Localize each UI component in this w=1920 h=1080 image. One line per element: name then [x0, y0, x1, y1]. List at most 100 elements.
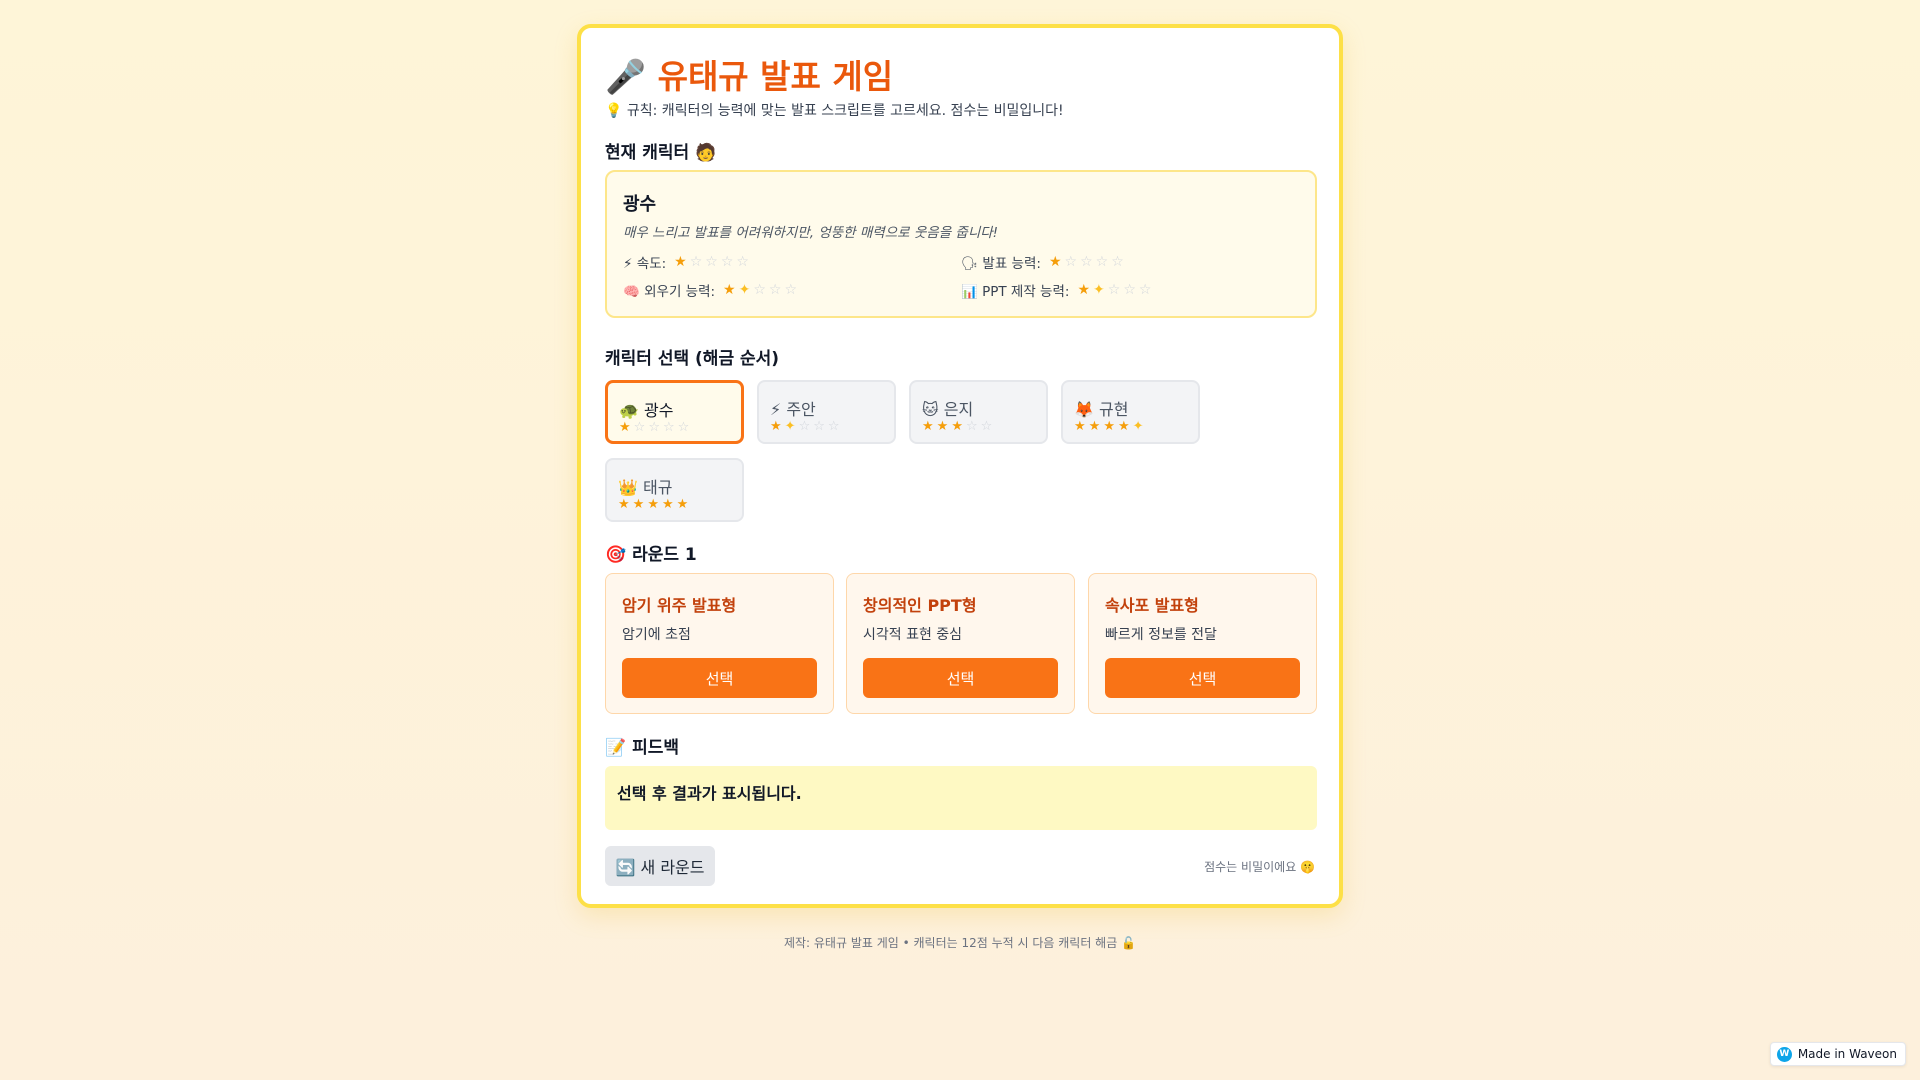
star-rating: ★ ★ ★ ★ ★ — [618, 498, 688, 511]
star-empty-icon: ☆ — [1095, 254, 1109, 270]
page-title: 🎤 유태규 발표 게임 — [605, 57, 894, 96]
star-rating: ★ ☆ ☆ ☆ ☆ — [1049, 255, 1124, 269]
stat-label: 📊 PPT 제작 능력: — [961, 284, 1070, 300]
choice-title: 암기 위주 발표형 — [622, 596, 737, 615]
star-empty-icon: ☆ — [1080, 254, 1093, 270]
select-button[interactable]: 선택 — [863, 658, 1058, 698]
character-label: 🦊 규현 — [1074, 400, 1129, 419]
star-empty-icon: ☆ — [1064, 254, 1078, 270]
character-select-heading: 캐릭터 선택 (해금 순서) — [605, 349, 780, 369]
current-character-heading: 현재 캐릭터 🧑 — [605, 143, 717, 163]
star-half-icon: ✦ — [1093, 282, 1105, 298]
star-full-icon: ★ — [618, 497, 630, 512]
star-empty-icon: ☆ — [1111, 254, 1124, 270]
star-full-icon: ★ — [661, 497, 674, 512]
feedback-heading: 📝 피드백 — [605, 738, 680, 758]
choice-title: 창의적인 PPT형 — [863, 596, 977, 615]
star-empty-icon: ☆ — [753, 282, 766, 298]
star-empty-icon: ☆ — [980, 419, 993, 434]
choice-card-memorization: 암기 위주 발표형 암기에 초점 선택 — [605, 573, 834, 714]
star-rating: ★ ★ ★ ☆ ☆ — [922, 420, 992, 433]
character-label: 👑 태규 — [618, 478, 673, 497]
stat-label: 🧠 외우기 능력: — [623, 284, 716, 300]
character-button-gwangsu[interactable]: 🐢 광수 ★ ☆ ☆ ☆ ☆ — [605, 380, 744, 444]
star-full-icon: ★ — [674, 254, 687, 270]
current-character-panel: 광수 매우 느리고 발표를 어려워하지만, 엉뚱한 매력으로 웃음을 줍니다! … — [605, 170, 1317, 318]
choice-card-speed: 속사포 발표형 빠르게 정보를 전달 선택 — [1088, 573, 1317, 714]
star-rating: ★ ★ ★ ★ ✦ — [1074, 420, 1144, 433]
star-half-icon: ✦ — [1132, 419, 1144, 434]
character-label: 🐱 은지 — [922, 400, 974, 419]
choice-card-ppt: 창의적인 PPT형 시각적 표현 중심 선택 — [846, 573, 1075, 714]
star-half-icon: ✦ — [738, 282, 751, 298]
star-empty-icon: ☆ — [1123, 282, 1136, 298]
star-empty-icon: ☆ — [648, 420, 660, 435]
star-empty-icon: ☆ — [1138, 282, 1152, 298]
round-heading: 🎯 라운드 1 — [605, 545, 697, 565]
character-button-taegyu[interactable]: 👑 태규 ★ ★ ★ ★ ★ — [605, 458, 744, 522]
star-full-icon: ★ — [951, 419, 963, 434]
star-empty-icon: ☆ — [720, 254, 734, 270]
star-empty-icon: ☆ — [689, 254, 703, 270]
star-empty-icon: ☆ — [1107, 282, 1121, 298]
star-rating: ★ ☆ ☆ ☆ ☆ — [619, 421, 689, 434]
select-button[interactable]: 선택 — [622, 658, 817, 698]
star-full-icon: ★ — [723, 282, 736, 298]
star-empty-icon: ☆ — [662, 420, 675, 435]
new-round-button[interactable]: 🔄 새 라운드 — [605, 846, 715, 886]
star-full-icon: ★ — [647, 497, 659, 512]
feedback-text: 선택 후 결과가 표시됩니다. — [617, 784, 802, 803]
star-empty-icon: ☆ — [827, 419, 840, 434]
stat-speed: ⚡ 속도: ★ ☆ ☆ ☆ ☆ — [623, 252, 749, 272]
stat-label: 🗣 발표 능력: — [961, 256, 1041, 272]
choice-description: 빠르게 정보를 전달 — [1105, 627, 1217, 643]
star-rating: ★ ✦ ☆ ☆ ☆ — [1077, 283, 1151, 297]
star-full-icon: ★ — [936, 419, 949, 434]
stat-label: ⚡ 속도: — [623, 256, 667, 272]
star-empty-icon: ☆ — [677, 420, 690, 435]
star-full-icon: ★ — [1117, 419, 1130, 434]
stat-presentation: 🗣 발표 능력: ★ ☆ ☆ ☆ ☆ — [961, 252, 1124, 272]
star-full-icon: ★ — [1077, 282, 1091, 298]
star-empty-icon: ☆ — [965, 419, 978, 434]
character-button-eunji[interactable]: 🐱 은지 ★ ★ ★ ☆ ☆ — [909, 380, 1048, 444]
waveon-logo-icon: W — [1776, 1046, 1792, 1062]
made-in-waveon-badge[interactable]: W Made in Waveon — [1769, 1042, 1906, 1066]
character-label: 🐢 광수 — [619, 401, 674, 420]
star-rating: ★ ✦ ☆ ☆ ☆ — [723, 283, 797, 297]
stat-ppt: 📊 PPT 제작 능력: ★ ✦ ☆ ☆ ☆ — [961, 280, 1151, 300]
character-label: ⚡ 주안 — [770, 400, 816, 419]
star-empty-icon: ☆ — [705, 254, 718, 270]
character-button-gyuhyeon[interactable]: 🦊 규현 ★ ★ ★ ★ ✦ — [1061, 380, 1200, 444]
star-rating: ★ ☆ ☆ ☆ ☆ — [674, 255, 749, 269]
choice-description: 시각적 표현 중심 — [863, 627, 963, 643]
star-empty-icon: ☆ — [736, 254, 749, 270]
star-empty-icon: ☆ — [784, 282, 798, 298]
star-full-icon: ★ — [619, 420, 631, 435]
secret-note: 점수는 비밀이에요 🤫 — [1204, 860, 1315, 874]
star-full-icon: ★ — [922, 419, 934, 434]
star-empty-icon: ☆ — [768, 282, 782, 298]
star-full-icon: ★ — [770, 419, 782, 434]
character-button-juan[interactable]: ⚡ 주안 ★ ✦ ☆ ☆ ☆ — [757, 380, 896, 444]
star-full-icon: ★ — [1048, 254, 1062, 270]
rules-text: 💡 규칙: 캐릭터의 능력에 맞는 발표 스크립트를 고르세요. 점수는 비밀입… — [605, 103, 1064, 119]
badge-label: Made in Waveon — [1797, 1047, 1897, 1061]
star-full-icon: ★ — [676, 497, 689, 512]
star-full-icon: ★ — [1103, 419, 1115, 434]
current-character-description: 매우 느리고 발표를 어려워하지만, 엉뚱한 매력으로 웃음을 줍니다! — [623, 225, 999, 241]
footer-text: 제작: 유태규 발표 게임 • 캐릭터는 12점 누적 시 다음 캐릭터 해금 … — [783, 936, 1137, 950]
star-rating: ★ ✦ ☆ ☆ ☆ — [770, 420, 840, 433]
star-full-icon: ★ — [1088, 419, 1101, 434]
star-empty-icon: ☆ — [813, 419, 825, 434]
select-button[interactable]: 선택 — [1105, 658, 1300, 698]
star-half-icon: ✦ — [784, 419, 796, 434]
choice-title: 속사포 발표형 — [1105, 596, 1199, 615]
star-empty-icon: ☆ — [633, 420, 646, 435]
star-full-icon: ★ — [1074, 419, 1086, 434]
star-empty-icon: ☆ — [798, 419, 811, 434]
game-card: 🎤 유태규 발표 게임 💡 규칙: 캐릭터의 능력에 맞는 발표 스크립트를 고… — [577, 24, 1343, 908]
stat-memorization: 🧠 외우기 능력: ★ ✦ ☆ ☆ ☆ — [623, 280, 797, 300]
choice-description: 암기에 초점 — [622, 627, 691, 643]
star-full-icon: ★ — [632, 497, 645, 512]
